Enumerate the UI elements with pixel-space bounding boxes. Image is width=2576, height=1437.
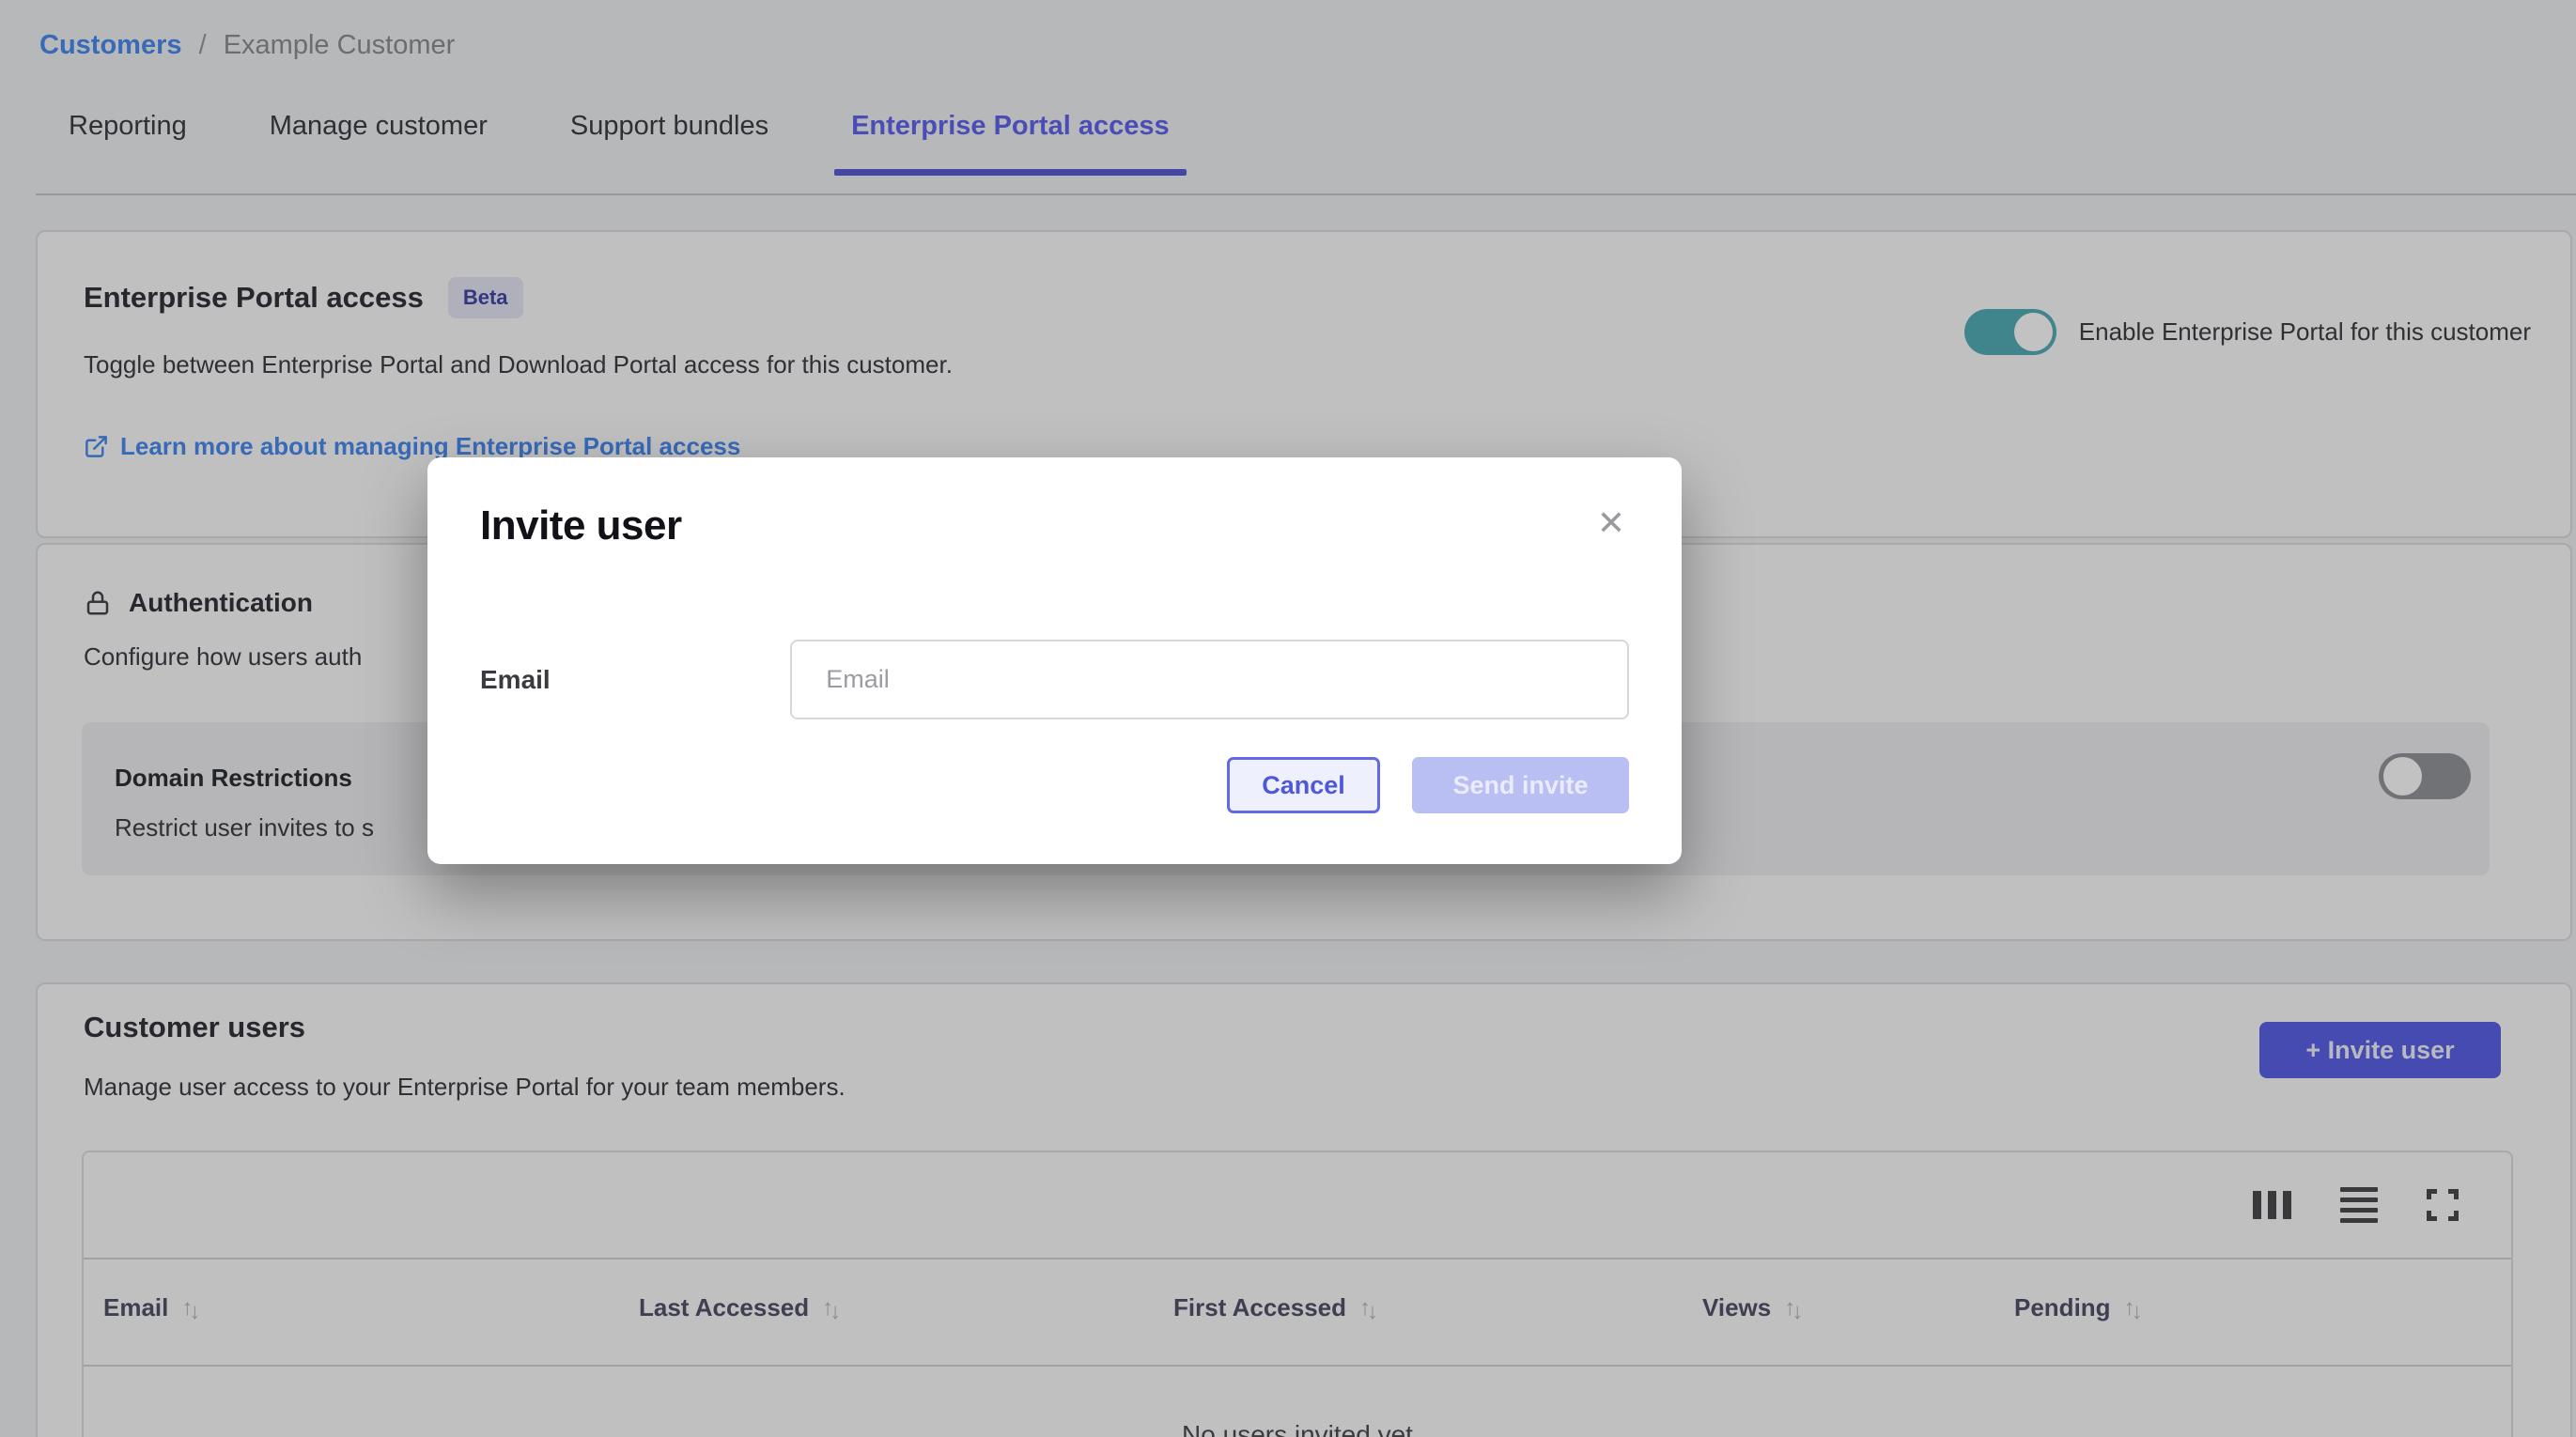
email-field[interactable] xyxy=(790,640,1629,719)
close-icon[interactable]: ✕ xyxy=(1593,502,1629,544)
email-label: Email xyxy=(480,665,790,695)
invite-user-modal: Invite user ✕ Email Cancel Send invite xyxy=(427,457,1682,864)
send-invite-button[interactable]: Send invite xyxy=(1412,757,1629,813)
cancel-button[interactable]: Cancel xyxy=(1227,757,1380,813)
page: Customers / Example Customer Reporting M… xyxy=(0,0,2576,1437)
modal-title: Invite user xyxy=(480,502,682,549)
